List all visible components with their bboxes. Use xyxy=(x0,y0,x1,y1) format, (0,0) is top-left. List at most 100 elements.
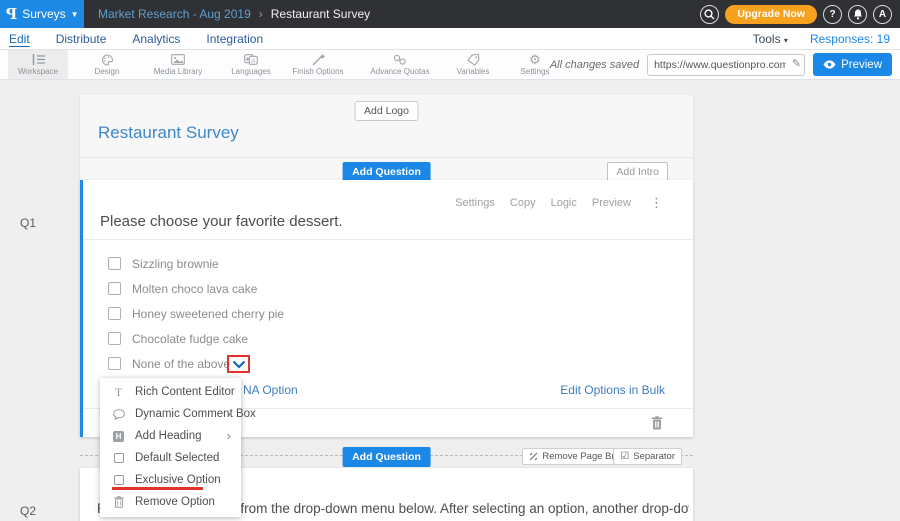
ribbon-toolbar: Workspace Design Media Library A✱ Langua… xyxy=(0,50,900,80)
checkbox-icon[interactable] xyxy=(108,332,121,345)
translate-icon: A✱ xyxy=(244,53,258,66)
ribbon-item-advance-quotas[interactable]: Advance Quotas xyxy=(356,50,444,79)
heading-icon: H xyxy=(111,431,126,442)
checkbox-icon[interactable] xyxy=(108,357,121,370)
menu-item-rich-content-editor[interactable]: T Rich Content Editor xyxy=(100,381,241,403)
question-number-q1: Q1 xyxy=(20,216,36,230)
trash-icon xyxy=(651,416,663,430)
gear-icon: ⚙ xyxy=(529,53,541,66)
divider xyxy=(80,157,693,158)
ribbon-item-languages[interactable]: A✱ Languages xyxy=(222,50,280,79)
ribbon-right: All changes saved ✎ Preview xyxy=(550,53,892,76)
text-format-icon: T xyxy=(111,385,126,400)
main-nav: Edit Distribute Analytics Integration To… xyxy=(0,28,900,50)
svg-text:A: A xyxy=(251,58,256,65)
ribbon-items: Workspace Design Media Library A✱ Langua… xyxy=(0,50,568,79)
tab-edit[interactable]: Edit xyxy=(9,32,30,46)
chevron-right-icon: › xyxy=(227,409,231,419)
answer-option-row: Honey sweetened cherry pie xyxy=(108,301,284,326)
checkbox-icon[interactable] xyxy=(108,257,121,270)
question-actions: Settings Copy Logic Preview ⋮ xyxy=(455,195,663,211)
checkbox-icon xyxy=(111,453,126,463)
avatar[interactable]: A xyxy=(873,5,892,24)
chain-links-icon xyxy=(393,53,407,66)
question-copy-link[interactable]: Copy xyxy=(510,197,536,209)
autosave-status: All changes saved xyxy=(550,59,639,71)
breadcrumb-survey-name: Restaurant Survey xyxy=(271,7,370,21)
menu-item-default-selected[interactable]: Default Selected xyxy=(100,447,241,469)
tab-integration[interactable]: Integration xyxy=(206,32,263,46)
checked-checkbox-icon: ☑ xyxy=(620,451,629,462)
na-option-link[interactable]: NA Option xyxy=(243,383,298,397)
edit-options-in-bulk-link[interactable]: Edit Options in Bulk xyxy=(560,383,665,397)
question-logic-link[interactable]: Logic xyxy=(551,197,577,209)
ribbon-item-variables[interactable]: Variables xyxy=(444,50,502,79)
tools-menu[interactable]: Tools ▾ xyxy=(753,32,788,46)
search-icon xyxy=(704,9,715,20)
ribbon-item-design[interactable]: Design xyxy=(74,50,140,79)
add-question-button-top[interactable]: Add Question xyxy=(342,162,431,182)
answer-option-row: None of the above xyxy=(108,351,284,376)
question-settings-link[interactable]: Settings xyxy=(455,197,495,209)
add-logo-button[interactable]: Add Logo xyxy=(354,101,419,121)
menu-item-dynamic-comment-box[interactable]: Dynamic Comment Box › xyxy=(100,403,241,425)
option-context-menu: T Rich Content Editor Dynamic Comment Bo… xyxy=(100,378,241,517)
nav-right: Tools ▾ Responses: 19 xyxy=(753,32,890,46)
surveys-menu-label: Surveys xyxy=(22,7,65,21)
nav-tabs: Edit Distribute Analytics Integration xyxy=(0,32,263,46)
exclusive-option-annotation-underline xyxy=(112,487,203,490)
surveys-menu[interactable]: P Surveys ▼ xyxy=(0,0,84,28)
upgrade-now-button[interactable]: Upgrade Now xyxy=(725,5,817,24)
comment-icon xyxy=(111,409,126,420)
responses-link[interactable]: Responses: 19 xyxy=(810,32,890,46)
chevron-down-icon xyxy=(232,360,246,369)
edit-url-pencil-icon[interactable]: ✎ xyxy=(792,57,801,70)
trash-icon xyxy=(111,496,126,508)
image-icon xyxy=(171,53,185,66)
menu-item-remove-option[interactable]: Remove Option xyxy=(100,491,241,513)
notifications-button[interactable] xyxy=(848,5,867,24)
answer-option-row: Molten choco lava cake xyxy=(108,276,284,301)
breadcrumb-folder[interactable]: Market Research - Aug 2019 xyxy=(98,7,251,21)
question-number-q2: Q2 xyxy=(20,504,36,518)
survey-title[interactable]: Restaurant Survey xyxy=(98,123,239,143)
svg-text:✱: ✱ xyxy=(245,57,249,63)
separator-button[interactable]: ☑ Separator xyxy=(613,448,682,465)
menu-item-add-heading[interactable]: H Add Heading › xyxy=(100,425,241,447)
survey-header: Add Logo Restaurant Survey Add Question … xyxy=(80,95,693,180)
tab-distribute[interactable]: Distribute xyxy=(56,32,107,46)
tag-icon xyxy=(467,53,480,66)
ribbon-item-finish-options[interactable]: Finish Options xyxy=(280,50,356,79)
search-button[interactable] xyxy=(700,5,719,24)
answer-options: Sizzling brownie Molten choco lava cake … xyxy=(108,251,284,376)
checkbox-icon[interactable] xyxy=(108,307,121,320)
kebab-menu-icon[interactable]: ⋮ xyxy=(650,195,663,211)
add-intro-button[interactable]: Add Intro xyxy=(607,162,668,182)
breadcrumb-separator: › xyxy=(259,7,263,21)
palette-icon xyxy=(101,53,114,66)
checkbox-icon[interactable] xyxy=(108,282,121,295)
option-menu-chevron-annotation[interactable] xyxy=(227,355,250,373)
eye-icon xyxy=(823,60,836,69)
breadcrumb: Market Research - Aug 2019 › Restaurant … xyxy=(84,7,370,21)
add-question-button-middle[interactable]: Add Question xyxy=(342,447,431,467)
app-root: P Surveys ▼ Market Research - Aug 2019 ›… xyxy=(0,0,900,521)
divider xyxy=(83,239,693,240)
question-preview-link[interactable]: Preview xyxy=(592,197,631,209)
topbar-actions: Upgrade Now ? A xyxy=(700,0,892,28)
topbar: P Surveys ▼ Market Research - Aug 2019 ›… xyxy=(0,0,900,28)
magic-wand-icon xyxy=(312,53,325,66)
preview-button[interactable]: Preview xyxy=(813,53,892,76)
survey-canvas: Q1 Q2 Add Logo Restaurant Survey Add Que… xyxy=(0,80,900,521)
question-text-q1[interactable]: Please choose your favorite dessert. xyxy=(100,213,343,230)
bell-icon xyxy=(853,9,863,20)
help-button[interactable]: ? xyxy=(823,5,842,24)
tab-analytics[interactable]: Analytics xyxy=(132,32,180,46)
workspace-icon xyxy=(32,53,45,66)
ribbon-item-media-library[interactable]: Media Library xyxy=(140,50,216,79)
ribbon-item-workspace[interactable]: Workspace xyxy=(8,50,68,79)
delete-question-button[interactable] xyxy=(651,416,663,430)
questionpro-logo-icon: P xyxy=(6,5,17,23)
chevron-down-icon: ▼ xyxy=(71,10,79,19)
survey-url-input[interactable] xyxy=(647,54,805,76)
